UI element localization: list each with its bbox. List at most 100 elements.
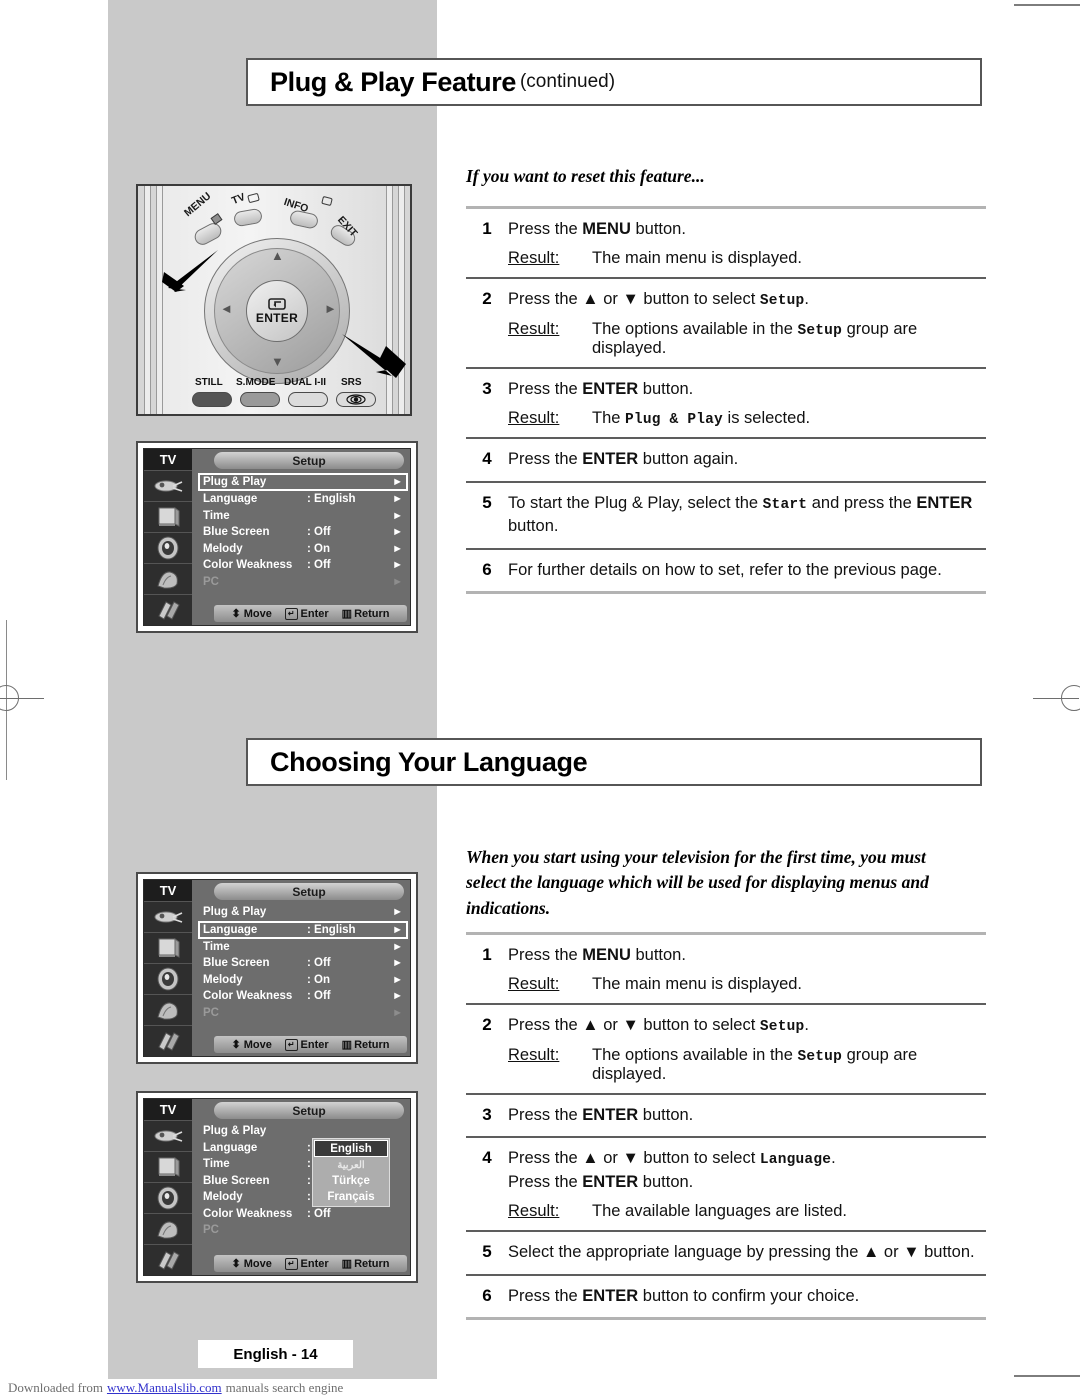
osd-move-label: Move bbox=[243, 1257, 272, 1270]
osd-return-hint: ▥ Return bbox=[342, 1038, 390, 1052]
osd-row-language[interactable]: Language: English ► bbox=[198, 920, 408, 939]
osd-row-list: Plug & Play ► Language: English ► Time ► Blue … bbox=[198, 473, 408, 591]
osd-row-color-weakness[interactable]: Color Weakness: Off ► bbox=[200, 988, 406, 1005]
osd-row-time[interactable]: Time ► bbox=[200, 939, 406, 956]
step-instruction: Press the MENU button. bbox=[508, 944, 986, 967]
code-text: Setup bbox=[759, 293, 805, 310]
sidebar-icon-setup[interactable] bbox=[144, 1025, 192, 1056]
sidebar-icon-feature[interactable] bbox=[144, 1213, 192, 1244]
step-text: button to select bbox=[638, 1016, 760, 1035]
remote-dual-button[interactable] bbox=[288, 392, 328, 407]
step-text: button to select bbox=[638, 290, 760, 309]
dpad-left-icon[interactable]: ◄ bbox=[220, 301, 233, 316]
step-text: The options available in the bbox=[592, 320, 798, 338]
step-body: Select the appropriate language by press… bbox=[508, 1241, 986, 1264]
osd-row-melody[interactable]: Melody: On ► bbox=[200, 541, 406, 558]
sidebar-icon-sound[interactable] bbox=[144, 532, 192, 563]
step-text: Press the bbox=[508, 1286, 583, 1305]
step-instruction: Press the MENU button. bbox=[508, 218, 986, 241]
sidebar-icon-setup[interactable] bbox=[144, 1244, 192, 1275]
language-option-2[interactable]: Türkçe bbox=[314, 1173, 388, 1189]
step-instruction: Press the ENTER button. bbox=[508, 1171, 986, 1194]
sidebar-icon-sound[interactable] bbox=[144, 963, 192, 994]
osd-row-color-weakness[interactable]: Color Weakness: Off bbox=[200, 1206, 406, 1223]
step-row: 4 Press the ENTER button again. bbox=[466, 439, 986, 480]
step-result: Result: The main menu is displayed. bbox=[508, 975, 986, 994]
registration-cross-right bbox=[1033, 698, 1079, 699]
section1-subtitle: (continued) bbox=[519, 71, 616, 92]
result-label: Result: bbox=[508, 1202, 560, 1221]
remote-smode-button[interactable] bbox=[240, 392, 280, 407]
sidebar-icon-tv[interactable] bbox=[144, 501, 192, 532]
emphasis-text: ▼ bbox=[622, 1149, 639, 1168]
step-text: button. bbox=[638, 1173, 694, 1191]
osd-move-hint: ⬍ Move bbox=[231, 1257, 272, 1271]
step-body: Press the ▲ or ▼ button to select Setup.… bbox=[508, 1014, 986, 1084]
osd-row-blue-screen[interactable]: Blue Screen: Off ► bbox=[200, 955, 406, 972]
section2-header: Choosing Your Language bbox=[246, 738, 982, 786]
sidebar-icon-setup[interactable] bbox=[144, 594, 192, 625]
sidebar-icon-picture[interactable] bbox=[144, 901, 192, 932]
sidebar-icon-sound[interactable] bbox=[144, 1182, 192, 1213]
osd-row-plug-play[interactable]: Plug & Play ► bbox=[198, 473, 408, 491]
osd-screen: TV Setup Plug & Play ► Language: English ► Tim… bbox=[143, 879, 411, 1057]
osd-row-plug-play[interactable]: Plug & Play ► bbox=[200, 904, 406, 921]
section2-intro: When you start using your television for… bbox=[466, 847, 929, 918]
result-text: The available languages are listed. bbox=[592, 1202, 848, 1221]
manualslib-link[interactable]: www.Manualslib.com bbox=[107, 1380, 222, 1396]
osd-return-label: Return bbox=[354, 1038, 390, 1051]
step-text: Press the bbox=[508, 1016, 583, 1035]
step-row: 3 Press the ENTER button. bbox=[466, 1095, 986, 1136]
step-instruction: To start the Plug & Play, select the Sta… bbox=[508, 492, 986, 539]
language-option-0[interactable]: English bbox=[314, 1140, 388, 1157]
remote-control-illustration: MENU TV INFO EXIT ENTER ▲ ▼ ◄ ► STILL S.… bbox=[136, 184, 412, 416]
enter-key-icon: ↵ bbox=[284, 1038, 298, 1051]
step-text: Select the appropriate language by press… bbox=[508, 1243, 863, 1262]
language-option-1[interactable]: العربية bbox=[314, 1157, 388, 1173]
osd-row-pc[interactable]: PC ► bbox=[200, 1005, 406, 1022]
osd-row-value: : English bbox=[307, 923, 356, 936]
dpad-right-icon[interactable]: ► bbox=[324, 301, 337, 316]
remote-srs-button[interactable] bbox=[336, 392, 376, 407]
emphasis-text: ▲ bbox=[863, 1243, 880, 1262]
step-text: button. bbox=[638, 1106, 694, 1124]
osd-row-blue-screen[interactable]: Blue Screen: Off ► bbox=[200, 524, 406, 541]
osd-row-language[interactable]: Language: English ► bbox=[200, 491, 406, 508]
osd-row-pc[interactable]: PC bbox=[200, 1222, 406, 1239]
tv-set-icon bbox=[158, 1157, 180, 1177]
sidebar-icon-picture[interactable] bbox=[144, 470, 192, 501]
sidebar-icon-picture[interactable] bbox=[144, 1120, 192, 1151]
step-number: 4 bbox=[482, 1148, 492, 1168]
dpad-up-icon[interactable]: ▲ bbox=[271, 248, 284, 263]
osd-row-value: : Off bbox=[307, 1207, 331, 1220]
step-text: Press the bbox=[508, 1173, 583, 1191]
osd-row-time[interactable]: Time ► bbox=[200, 508, 406, 525]
osd-row-color-weakness[interactable]: Color Weakness: Off ► bbox=[200, 557, 406, 574]
language-option-3[interactable]: Français bbox=[314, 1189, 388, 1205]
sidebar-icon-tv[interactable] bbox=[144, 1151, 192, 1182]
remote-enter-button[interactable]: ENTER bbox=[246, 280, 308, 342]
sidebar-icon-tv[interactable] bbox=[144, 932, 192, 963]
sidebar-icon-feature[interactable] bbox=[144, 563, 192, 594]
step-row: 6 Press the ENTER button to confirm your … bbox=[466, 1276, 986, 1317]
dpad-down-icon[interactable]: ▼ bbox=[271, 354, 284, 369]
osd-row-pc[interactable]: PC ► bbox=[200, 574, 406, 591]
emphasis-text: ENTER bbox=[582, 1173, 639, 1191]
language-dropdown[interactable]: English العربية Türkçe Français bbox=[312, 1138, 390, 1207]
step-body: Press the MENU button. Result: The main me… bbox=[508, 218, 986, 268]
remote-still-button[interactable] bbox=[192, 392, 232, 407]
step-instruction: Press the ▲ or ▼ button to select Setup. bbox=[508, 288, 986, 312]
step-text: button. bbox=[630, 220, 686, 238]
osd-row-label: Time bbox=[203, 1158, 230, 1171]
sidebar-icon-feature[interactable] bbox=[144, 994, 192, 1025]
osd-row-melody[interactable]: Melody: On ► bbox=[200, 972, 406, 989]
osd-enter-label: Enter bbox=[300, 607, 329, 620]
return-key-icon: ▥ bbox=[341, 608, 352, 620]
osd-sidebar: TV bbox=[144, 449, 192, 625]
code-text: Plug & Play bbox=[625, 412, 723, 429]
steps-rule-bottom bbox=[466, 1317, 986, 1321]
emphasis-text: ▲ bbox=[582, 1149, 599, 1168]
code-text: Setup bbox=[759, 1019, 805, 1036]
remote-dual-label: DUAL I-II bbox=[284, 377, 327, 388]
osd-row-label: Language bbox=[203, 493, 258, 506]
